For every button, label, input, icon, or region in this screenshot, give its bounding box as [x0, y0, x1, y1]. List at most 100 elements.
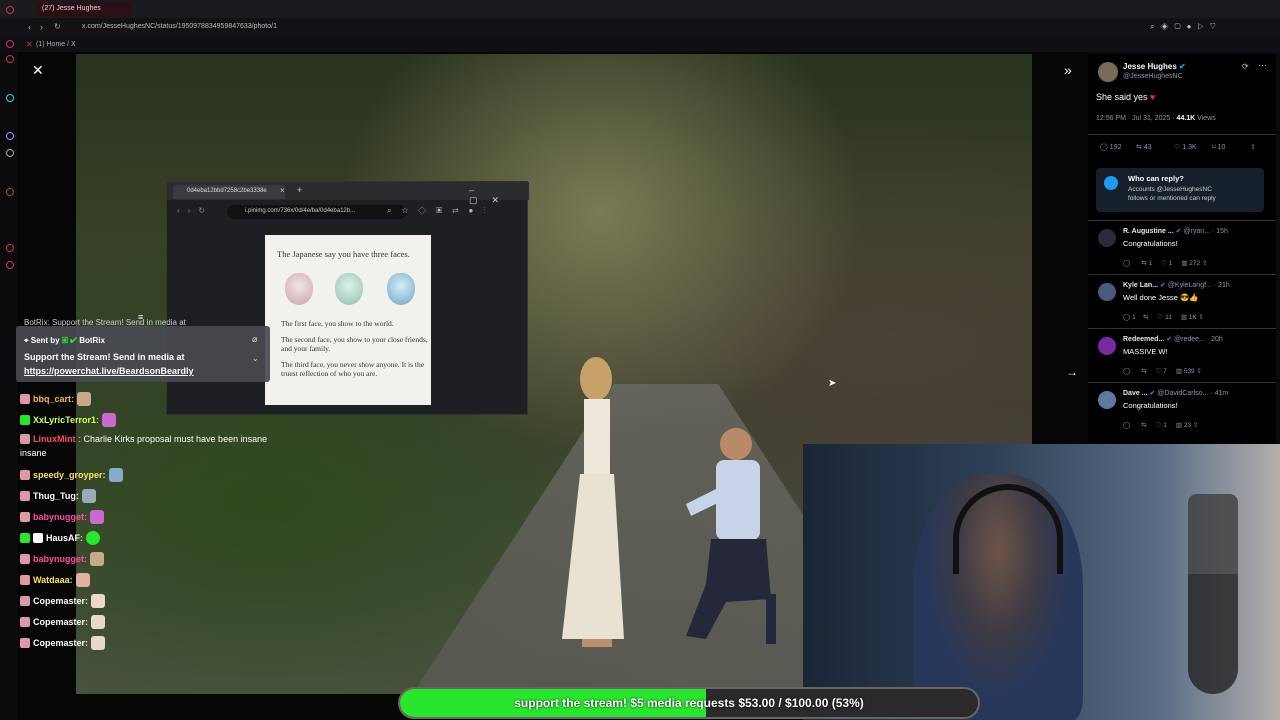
webcam-feed [803, 444, 1280, 720]
chat-message: babynugget: [20, 552, 104, 566]
chat-message: bbq_cart: [20, 392, 92, 406]
meme-line: The second face, you show to your close … [281, 335, 428, 353]
mouse-cursor-icon: ➤ [828, 378, 837, 389]
who-can-reply-box: Who can reply? Accounts @JesseHughesNC f… [1096, 168, 1264, 212]
chat-message-wrap: insane [20, 448, 47, 458]
chat-message: Copemaster: [20, 636, 106, 650]
x-icon[interactable] [6, 149, 14, 157]
extension-icons[interactable]: ⌕◈▢●▷♡ [1150, 22, 1222, 32]
new-tab-icon[interactable]: + [297, 185, 302, 195]
who-can-reply-text: Accounts @JesseHughesNC [1128, 186, 1212, 193]
tweet-pane: Jesse Hughes ✔ @JesseHughesNC ⟳ ⋯ She sa… [1088, 54, 1276, 444]
expand-panel-icon[interactable]: » [1064, 62, 1072, 78]
author-name[interactable]: Jesse Hughes ✔ [1123, 62, 1186, 71]
app-icon[interactable] [6, 40, 14, 48]
browser-tab-bar [0, 0, 1280, 18]
reply-text: Congratulations! [1123, 239, 1178, 248]
avatar[interactable] [1098, 337, 1116, 355]
mask-icon [285, 273, 313, 305]
chat-message: speedy_groyper: [20, 468, 123, 482]
woman-figure [562, 357, 624, 647]
pinned-message-text: Support the Stream! Send in media at [24, 352, 185, 362]
reply-item[interactable]: Kyle Lan... ✔ @KyleLangf... · 21h Well d… [1088, 274, 1276, 328]
app-icon[interactable] [6, 55, 14, 63]
bookmarks-bar [0, 38, 1280, 52]
app-icon[interactable] [6, 261, 14, 269]
tweet-text: She said yes ♥ [1096, 92, 1156, 102]
twitch-icon[interactable] [6, 132, 14, 140]
chat-message: HausAF: [20, 531, 101, 545]
chat-message: Copemaster: [20, 594, 106, 608]
x-bookmark-icon[interactable]: ✕ [26, 40, 33, 49]
reply-count[interactable]: ◯ 192 [1100, 143, 1121, 151]
back-icon[interactable]: ‹ [28, 22, 31, 32]
url-text[interactable]: x.com/JesseHughesNC/status/1950978834959… [82, 23, 277, 30]
popup-tab-close-icon[interactable]: × [280, 186, 285, 195]
avatar[interactable] [1098, 283, 1116, 301]
browser-tab[interactable]: (27) Jesse Hughes [36, 2, 132, 17]
reply-header: Dave ... ✔ @DavidCarlso... · 41m [1123, 390, 1229, 397]
retweet-count[interactable]: ⇆ 43 [1136, 143, 1152, 151]
reply-actions[interactable]: ◯ ⇆ 1 ♡ 1 ▥ 272 ⇧ [1123, 259, 1207, 267]
reply-item[interactable]: Redeemed... ✔ @redee... · 20h MASSIVE W!… [1088, 328, 1276, 382]
reply-actions[interactable]: ◯ ⇆ ♡ 7 ▥ 539 ⇧ [1123, 367, 1202, 375]
forward-icon[interactable]: › [40, 22, 43, 32]
pin-icon: ⌖ [24, 336, 31, 345]
donation-progress-bar: support the stream! $5 media requests $5… [398, 687, 980, 719]
mask-icon [335, 273, 363, 305]
app-icon[interactable] [6, 244, 14, 252]
reload-icon[interactable]: ↻ [54, 22, 61, 31]
share-icon[interactable]: ⇧ [1250, 143, 1256, 151]
three-faces-meme: The Japanese say you have three faces. T… [265, 235, 431, 405]
bookmark-count[interactable]: ⌑ 10 [1212, 143, 1225, 151]
chat-message: babynugget: [20, 510, 104, 524]
reply-text: Well done Jesse 😎👍 [1123, 293, 1199, 302]
meme-title: The Japanese say you have three faces. [277, 249, 410, 259]
popup-address-bar[interactable]: i.pinimg.com/736x/0d/4e/ba/0d4eba12b... [227, 205, 407, 219]
pinned-link[interactable]: https://powerchat.live/BeardsonBeardly [24, 366, 194, 376]
tweet-meta: 12:56 PM · Jul 31, 2025 · 44.1K Views [1096, 115, 1216, 122]
at-icon [1104, 176, 1118, 190]
app-icon[interactable] [6, 188, 14, 196]
reply-text: MASSIVE W! [1123, 347, 1168, 356]
guitar [1188, 494, 1238, 694]
author-handle[interactable]: @JesseHughesNC [1123, 73, 1183, 80]
botrix-badge-icon: ▣ ✔ [61, 336, 77, 345]
reply-header: Redeemed... ✔ @redee... · 20h [1123, 336, 1223, 343]
who-can-reply-text: follows or mentioned can reply [1128, 195, 1216, 202]
popup-nav-icons[interactable]: ‹›↻ [177, 206, 213, 215]
chat-message: Watdaaa: [20, 573, 90, 587]
mask-icon [387, 273, 415, 305]
unpin-icon[interactable]: ⌀ [252, 334, 257, 345]
grok-icon[interactable]: ⟳ [1242, 62, 1249, 71]
chat-message: Thug_Tug: [20, 489, 96, 503]
reply-actions[interactable]: ◯ 1 ⇆ ♡ 11 ▥ 1K ⇧ [1123, 313, 1204, 321]
chat-message: Copemaster: [20, 615, 106, 629]
app-icon[interactable] [6, 94, 14, 102]
more-icon[interactable]: ⋯ [1258, 60, 1267, 71]
bookmark-home[interactable]: (1) Home / X [36, 41, 76, 48]
popup-tab[interactable]: 0d4eba12bbd7258c2be3338e [173, 185, 285, 199]
reply-header: R. Augustine ... ✔ @ryan... · 15h [1123, 228, 1228, 235]
chevron-down-icon[interactable]: ⌄ [252, 354, 259, 363]
avatar[interactable] [1098, 62, 1118, 82]
popup-toolbar-icons[interactable]: ⌕☆◇▣⇄●⋮ [387, 206, 495, 216]
pinned-message[interactable]: ⌖ Sent by ▣ ✔ BotRix ⌀ Support the Strea… [16, 326, 270, 382]
reply-item[interactable]: R. Augustine ... ✔ @ryan... · 15h Congra… [1088, 220, 1276, 274]
chat-message: LinuxMint: Charlie Kirks proposal must h… [20, 434, 267, 444]
app-icon[interactable] [6, 6, 14, 14]
reply-actions[interactable]: ◯ ⇆ ♡ 1 ▥ 23 ⇧ [1123, 421, 1198, 429]
avatar[interactable] [1098, 229, 1116, 247]
reply-header: Kyle Lan... ✔ @KyleLangf... · 21h [1123, 282, 1230, 289]
reply-item[interactable]: Dave ... ✔ @DavidCarlso... · 41m Congrat… [1088, 382, 1276, 436]
meme-line: The third face, you never show anyone. I… [281, 360, 425, 378]
window-controls[interactable]: –▢✕ [469, 185, 527, 206]
reply-text: Congratulations! [1123, 401, 1178, 410]
like-count[interactable]: ♡ 1.3K [1174, 143, 1197, 151]
next-photo-icon[interactable]: → [1066, 365, 1078, 379]
meme-line: The first face, you show to the world. [281, 319, 394, 328]
close-viewer-icon[interactable]: ✕ [32, 62, 44, 79]
avatar[interactable] [1098, 391, 1116, 409]
filter-icon[interactable]: ≡ [138, 312, 143, 322]
man-kneeling-figure [686, 428, 776, 644]
